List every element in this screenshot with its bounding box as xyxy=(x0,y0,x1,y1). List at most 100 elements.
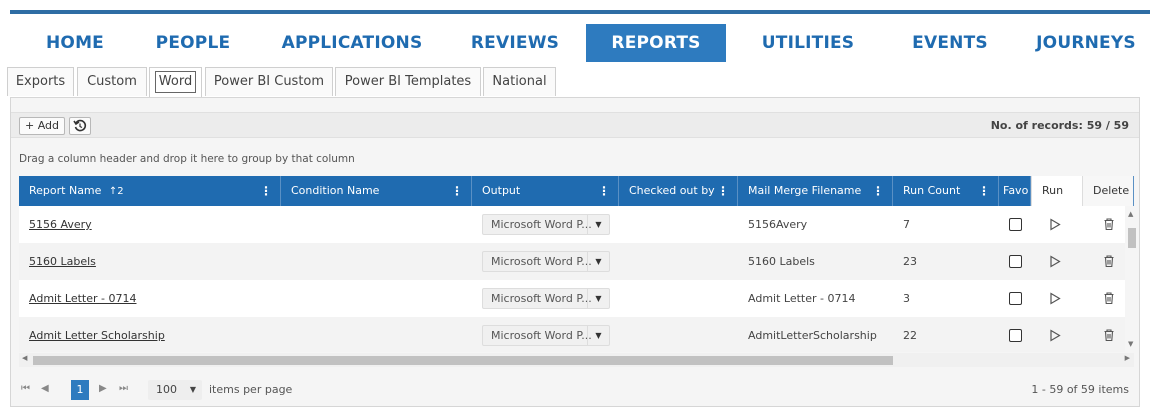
output-select[interactable]: Microsoft Word P... ▼ xyxy=(482,251,610,272)
report-name-link[interactable]: 5160 Labels xyxy=(29,255,96,268)
caret-down-icon: ▼ xyxy=(189,385,196,394)
nav-journeys[interactable]: JOURNEYS xyxy=(1022,24,1150,62)
add-button[interactable]: + Add xyxy=(19,117,65,135)
nav-events[interactable]: EVENTS xyxy=(890,24,1010,62)
favorite-checkbox[interactable] xyxy=(1009,292,1022,305)
grid-header: Report Name ↑2 ⋮ Condition Name ⋮ Output… xyxy=(19,176,1134,206)
col-header-run-count[interactable]: Run Count ⋮ xyxy=(893,176,999,206)
report-name-cell[interactable]: Admit Letter - 0714 xyxy=(19,280,281,317)
tab-power-bi-custom[interactable]: Power BI Custom xyxy=(205,67,333,96)
tab-power-bi-templates[interactable]: Power BI Templates xyxy=(335,67,481,96)
page-size-value: 100 xyxy=(156,383,177,396)
col-header-output[interactable]: Output ⋮ xyxy=(472,176,619,206)
output-select[interactable]: Microsoft Word P... ▼ xyxy=(482,214,610,235)
report-name-link[interactable]: Admit Letter Scholarship xyxy=(29,329,165,342)
favorite-checkbox[interactable] xyxy=(1009,255,1022,268)
nav-reviews[interactable]: REVIEWS xyxy=(455,24,575,62)
nav-reports[interactable]: REPORTS xyxy=(586,24,726,62)
run-count-cell: 7 xyxy=(903,218,910,231)
vertical-scrollbar[interactable]: ▲ ▼ xyxy=(1125,206,1139,352)
column-menu-icon[interactable]: ⋮ xyxy=(260,176,272,206)
items-range: 1 - 59 of 59 items xyxy=(1031,383,1129,396)
col-header-condition-name[interactable]: Condition Name ⋮ xyxy=(281,176,472,206)
caret-down-icon: ▼ xyxy=(587,252,609,271)
favorite-checkbox[interactable] xyxy=(1009,218,1022,231)
condition-name-cell xyxy=(281,280,472,317)
report-name-cell[interactable]: 5160 Labels xyxy=(19,243,281,280)
column-menu-icon[interactable]: ⋮ xyxy=(978,176,990,206)
column-menu-icon[interactable]: ⋮ xyxy=(717,176,729,206)
horizontal-scrollbar[interactable]: ◀ ▶ xyxy=(19,353,1134,367)
tab-word[interactable]: Word xyxy=(149,67,202,97)
history-icon xyxy=(73,119,87,132)
group-by-hint[interactable]: Drag a column header and drop it here to… xyxy=(19,153,355,165)
tab-national[interactable]: National xyxy=(483,67,556,96)
trash-icon[interactable] xyxy=(1103,328,1115,342)
output-select-value: Microsoft Word P... xyxy=(491,329,592,342)
pager: ⏮ ◀ 1 ▶ ⏭ 100 ▼ items per page 1 - 59 of … xyxy=(11,374,1139,406)
grid-panel: + Add No. of records: 59 / 59 Drag a col… xyxy=(10,97,1140,407)
col-header-checked-out-by[interactable]: Checked out by ⋮ xyxy=(619,176,738,206)
output-select-value: Microsoft Word P... xyxy=(491,292,592,305)
records-count: No. of records: 59 / 59 xyxy=(990,119,1129,132)
col-mail-merge-label: Mail Merge Filename xyxy=(748,184,862,197)
run-count-cell: 22 xyxy=(903,329,917,342)
horizontal-scroll-thumb[interactable] xyxy=(33,356,893,365)
refresh-button[interactable] xyxy=(69,117,91,135)
scroll-up-icon[interactable]: ▲ xyxy=(1128,210,1133,218)
tab-exports[interactable]: Exports xyxy=(7,67,74,96)
col-output-label: Output xyxy=(482,184,521,197)
first-page-icon[interactable]: ⏮ xyxy=(21,383,30,394)
trash-icon[interactable] xyxy=(1103,291,1115,305)
col-header-mail-merge[interactable]: Mail Merge Filename ⋮ xyxy=(738,176,893,206)
table-row: Admit Letter Scholarship Microsoft Word … xyxy=(19,317,1134,352)
play-icon[interactable] xyxy=(1049,329,1061,342)
output-select[interactable]: Microsoft Word P... ▼ xyxy=(482,288,610,309)
report-name-cell[interactable]: 5156 Avery xyxy=(19,206,281,243)
nav-utilities[interactable]: UTILITIES xyxy=(738,24,878,62)
next-page-icon[interactable]: ▶ xyxy=(99,383,107,394)
table-row: Admit Letter - 0714 Microsoft Word P... ▼… xyxy=(19,280,1134,317)
page-number-current[interactable]: 1 xyxy=(71,380,89,400)
nav-people[interactable]: PEOPLE xyxy=(138,24,248,62)
play-icon[interactable] xyxy=(1049,255,1061,268)
table-row: 5156 Avery Microsoft Word P... ▼ 5156Aver… xyxy=(19,206,1134,243)
favorite-checkbox[interactable] xyxy=(1009,329,1022,342)
tab-custom[interactable]: Custom xyxy=(77,67,147,96)
column-menu-icon[interactable]: ⋮ xyxy=(872,176,884,206)
caret-down-icon: ▼ xyxy=(587,289,609,308)
column-menu-icon[interactable]: ⋮ xyxy=(451,176,463,206)
output-select[interactable]: Microsoft Word P... ▼ xyxy=(482,325,610,346)
col-header-favorite[interactable]: Favo xyxy=(999,176,1031,206)
report-name-link[interactable]: 5156 Avery xyxy=(29,218,92,231)
report-name-link[interactable]: Admit Letter - 0714 xyxy=(29,292,136,305)
mail-merge-cell: 5156Avery xyxy=(748,218,808,231)
vertical-scroll-thumb[interactable] xyxy=(1128,228,1136,248)
top-accent-line xyxy=(10,10,1150,14)
col-run-label: Run xyxy=(1042,184,1064,197)
scroll-right-icon[interactable]: ▶ xyxy=(1125,354,1130,362)
col-favorite-label: Favo xyxy=(1003,184,1029,197)
mail-merge-cell: AdmitLetterScholarship xyxy=(748,329,877,342)
play-icon[interactable] xyxy=(1049,292,1061,305)
col-header-delete: Delete xyxy=(1083,176,1134,206)
trash-icon[interactable] xyxy=(1103,217,1115,231)
page-size-select[interactable]: 100 ▼ xyxy=(148,380,202,400)
tab-word-label: Word xyxy=(154,71,197,93)
nav-applications[interactable]: APPLICATIONS xyxy=(272,24,432,62)
prev-page-icon[interactable]: ◀ xyxy=(41,383,49,394)
scroll-down-icon[interactable]: ▼ xyxy=(1128,340,1133,348)
col-report-name-label: Report Name xyxy=(29,184,102,197)
trash-icon[interactable] xyxy=(1103,254,1115,268)
col-header-report-name[interactable]: Report Name ↑2 ⋮ xyxy=(19,176,281,206)
report-name-cell[interactable]: Admit Letter Scholarship xyxy=(19,317,281,352)
mail-merge-cell: Admit Letter - 0714 xyxy=(748,292,856,305)
caret-down-icon: ▼ xyxy=(587,215,609,234)
col-run-count-label: Run Count xyxy=(903,184,961,197)
sort-order-indicator: ↑2 xyxy=(108,186,124,197)
last-page-icon[interactable]: ⏭ xyxy=(119,383,128,394)
nav-home[interactable]: HOME xyxy=(10,24,140,62)
play-icon[interactable] xyxy=(1049,218,1061,231)
scroll-left-icon[interactable]: ◀ xyxy=(22,354,27,362)
column-menu-icon[interactable]: ⋮ xyxy=(598,176,610,206)
